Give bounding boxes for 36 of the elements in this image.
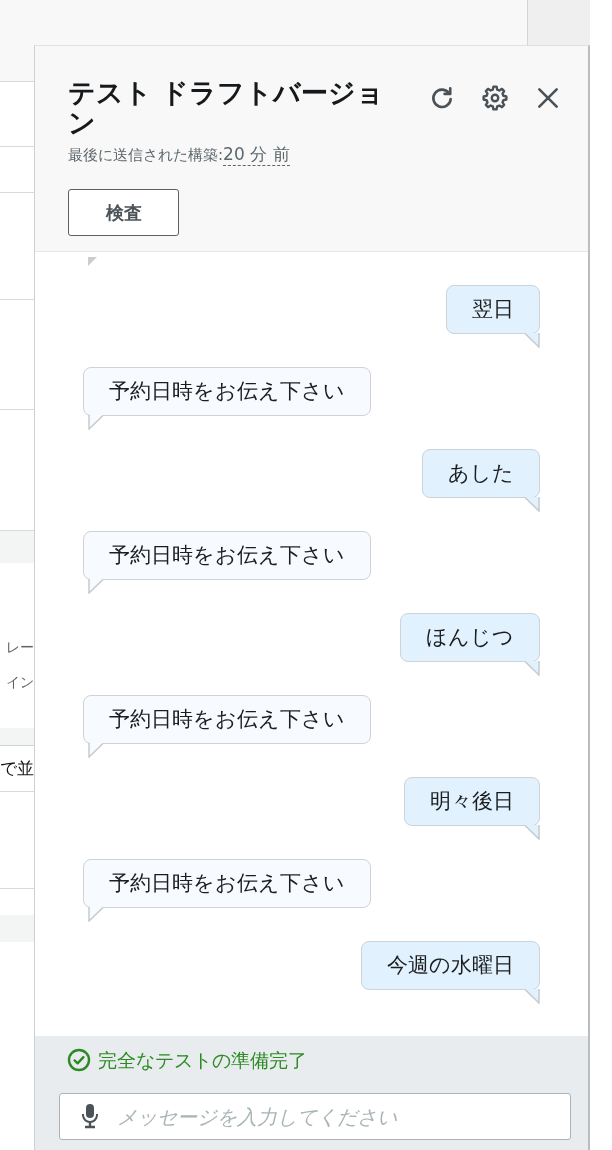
check-circle-icon xyxy=(67,1048,91,1072)
bubble-tail-icon xyxy=(525,989,540,1004)
received-message-bubble: 予約日時をお伝え下さい xyxy=(83,859,371,908)
received-message-bubble: 予約日時をお伝え下さい xyxy=(83,695,371,744)
bubble-tail-icon xyxy=(525,497,540,512)
build-time: 20 分 前 xyxy=(223,144,290,166)
last-build-label: 最後に送信された構築: xyxy=(68,146,224,165)
sent-message-bubble: 今週の水曜日 xyxy=(361,941,540,990)
bubble-tail-icon xyxy=(88,743,103,758)
inspect-button[interactable]: 検査 xyxy=(68,189,179,236)
close-icon xyxy=(535,85,561,111)
status-text: 完全なテストの準備完了 xyxy=(98,1048,307,1072)
settings-button[interactable] xyxy=(482,85,508,111)
bubble-tail-icon xyxy=(525,825,540,840)
bubble-tail-icon xyxy=(525,661,540,676)
bubble-tail-icon xyxy=(88,257,97,266)
row-text: で並 xyxy=(0,757,34,780)
bubble-tail-icon xyxy=(88,907,103,922)
sent-message-bubble: ほんじつ xyxy=(400,613,540,662)
bubble-tail-icon xyxy=(88,579,103,594)
panel-title: テスト ドラフトバージョン xyxy=(68,78,386,138)
received-message-bubble: 予約日時をお伝え下さい xyxy=(83,531,371,580)
settings-icon xyxy=(482,85,508,111)
cell-text: イン xyxy=(6,673,34,692)
sent-message-bubble: あした xyxy=(422,449,540,498)
microphone-icon xyxy=(80,1103,100,1129)
bubble-tail-icon xyxy=(525,333,540,348)
bubble-tail-icon xyxy=(88,415,103,430)
refresh-button[interactable] xyxy=(429,85,455,111)
refresh-icon xyxy=(429,85,455,111)
sent-message-bubble: 翌日 xyxy=(446,285,540,334)
received-message-bubble: 予約日時をお伝え下さい xyxy=(83,367,371,416)
close-button[interactable] xyxy=(535,85,561,111)
message-input[interactable]: メッセージを入力してください xyxy=(59,1093,571,1140)
cell-text: レー xyxy=(6,638,34,657)
sent-message-bubble: 明々後日 xyxy=(404,777,540,826)
